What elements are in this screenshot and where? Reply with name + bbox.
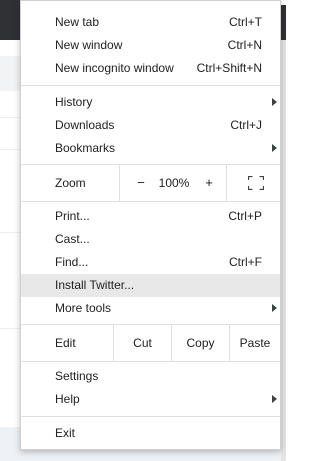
submenu-arrow-icon (272, 395, 277, 403)
menu-item-label: History (55, 95, 93, 109)
menu-separator (21, 416, 280, 417)
menu-item-shortcut: Ctrl+Shift+N (196, 61, 262, 75)
menu-item-print[interactable]: Print... Ctrl+P (21, 205, 280, 228)
menu-item-label: Downloads (55, 118, 115, 132)
menu-item-label: Cast... (55, 232, 90, 246)
menu-separator (21, 201, 280, 202)
menu-item-more-tools[interactable]: More tools (21, 297, 280, 320)
submenu-arrow-icon (272, 144, 277, 152)
cut-button[interactable]: Cut (113, 325, 171, 361)
menu-item-install-twitter[interactable]: Install Twitter... (21, 274, 280, 297)
menu-item-label: Settings (55, 369, 99, 383)
menu-item-label: Exit (55, 426, 76, 440)
menu-item-label: New tab (55, 15, 100, 29)
submenu-arrow-icon (272, 98, 277, 106)
menu-item-new-tab[interactable]: New tab Ctrl+T (21, 11, 280, 34)
menu-item-shortcut: Ctrl+P (228, 209, 262, 223)
submenu-arrow-icon (272, 304, 277, 312)
menu-item-label: Find... (55, 255, 89, 269)
paste-button[interactable]: Paste (229, 325, 280, 361)
menu-item-help[interactable]: Help (21, 388, 280, 411)
menu-item-shortcut: Ctrl+N (227, 38, 262, 52)
menu-item-new-window[interactable]: New window Ctrl+N (21, 34, 280, 57)
menu-item-shortcut: Ctrl+F (229, 255, 262, 269)
menu-item-shortcut: Ctrl+J (230, 118, 262, 132)
menu-item-label: Print... (55, 209, 90, 223)
zoom-in-button[interactable]: + (202, 175, 216, 190)
fullscreen-icon[interactable] (248, 176, 264, 190)
menu-item-cast[interactable]: Cast... (21, 228, 280, 251)
menu-item-shortcut: Ctrl+T (229, 15, 262, 29)
menu-item-label: Install Twitter... (55, 278, 135, 292)
menu-item-settings[interactable]: Settings (21, 365, 280, 388)
zoom-row: Zoom − 100% + (21, 165, 280, 201)
menu-item-bookmarks[interactable]: Bookmarks (21, 137, 280, 160)
menu-item-downloads[interactable]: Downloads Ctrl+J (21, 114, 280, 137)
menu-item-label: New incognito window (55, 61, 174, 75)
menu-item-label: Help (55, 392, 80, 406)
menu-item-exit[interactable]: Exit (21, 422, 280, 445)
menu-item-find[interactable]: Find... Ctrl+F (21, 251, 280, 274)
menu-item-history[interactable]: History (21, 91, 280, 114)
menu-separator (21, 85, 280, 86)
browser-main-menu: New tab Ctrl+T New window Ctrl+N New inc… (20, 0, 281, 450)
zoom-out-button[interactable]: − (134, 175, 148, 190)
menu-separator (21, 361, 280, 362)
menu-item-new-incognito-window[interactable]: New incognito window Ctrl+Shift+N (21, 57, 280, 80)
zoom-level: 100% (158, 176, 190, 190)
edit-label: Edit (55, 336, 76, 350)
zoom-controls: − 100% + (119, 165, 227, 201)
edit-row: Edit Cut Copy Paste (21, 325, 280, 361)
zoom-label: Zoom (55, 176, 86, 190)
copy-button[interactable]: Copy (171, 325, 229, 361)
menu-item-label: New window (55, 38, 123, 52)
menu-item-label: Bookmarks (55, 141, 116, 155)
page-scroll-edge (281, 40, 286, 461)
menu-item-label: More tools (55, 301, 112, 315)
